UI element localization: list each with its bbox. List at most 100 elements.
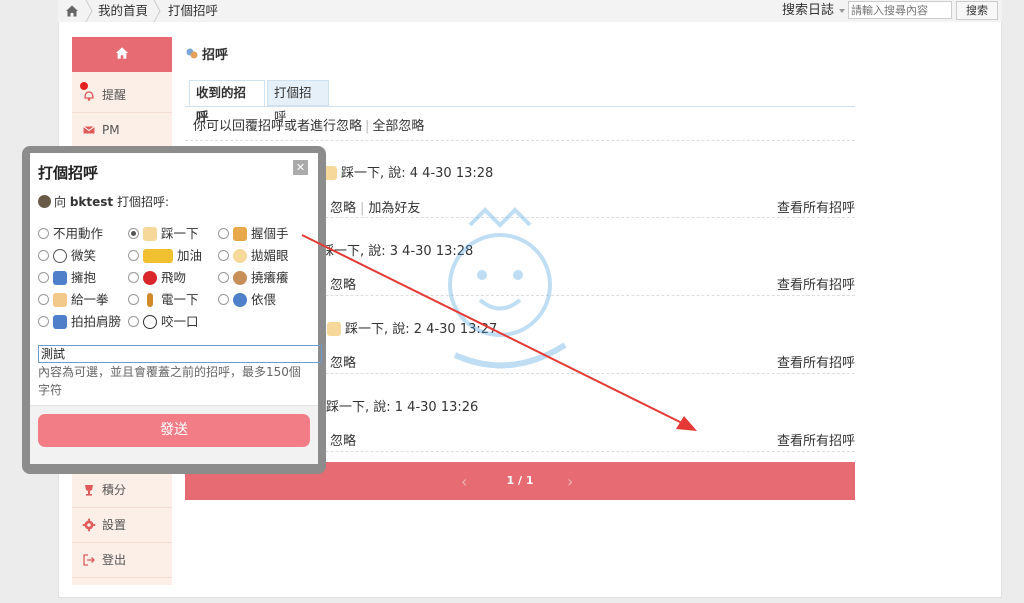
option-label: 拍拍肩膀 <box>71 314 122 329</box>
option-label: 擁抱 <box>71 270 97 285</box>
option-label: 咬一口 <box>161 314 199 329</box>
chevron-down-icon[interactable] <box>839 9 845 13</box>
greeting-message-input[interactable]: 測試 <box>38 345 322 363</box>
smile-icon <box>53 249 67 263</box>
close-icon[interactable]: ✕ <box>293 160 308 175</box>
entry-actions: 忽略 | 加為好友 <box>330 197 420 216</box>
option-wink[interactable]: 拋媚眼 <box>218 247 289 265</box>
option-tickle[interactable]: 撓癢癢 <box>218 269 289 287</box>
radio-button[interactable] <box>38 316 49 327</box>
recipient-prefix: 向 <box>54 195 67 209</box>
add-friend-link[interactable]: 加為好友 <box>368 201 420 216</box>
input-hint: 內容為可選，並且會覆蓋之前的招呼，最多150個字符 <box>38 365 301 397</box>
view-all-link[interactable]: 查看所有招呼 <box>777 197 855 216</box>
option-snuggle[interactable]: 依偎 <box>218 291 276 309</box>
stomp-icon <box>327 322 341 336</box>
radio-button[interactable] <box>218 272 229 283</box>
radio-button[interactable] <box>38 294 49 305</box>
radio-button[interactable] <box>128 228 139 239</box>
sidebar-item-settings[interactable]: 設置 <box>72 508 172 543</box>
baby-kingdom-watermark-icon <box>448 207 567 369</box>
home-icon <box>115 47 129 59</box>
sidebar-item-pm[interactable]: PM <box>72 113 172 148</box>
option-kiss[interactable]: 飛吻 <box>128 269 186 287</box>
handshake-icon <box>233 227 247 241</box>
breadcrumb-separator-icon <box>153 0 161 22</box>
radio-button[interactable] <box>38 228 49 239</box>
search-button[interactable]: 搜索 <box>956 1 998 20</box>
search-type-select[interactable]: 搜索日誌 <box>782 0 834 22</box>
option-stomp[interactable]: 踩一下 <box>128 225 199 243</box>
radio-button[interactable] <box>128 316 139 327</box>
sidebar-item-reminder[interactable]: 提醒 <box>72 78 172 113</box>
option-handshake[interactable]: 握個手 <box>218 225 289 243</box>
view-all-link[interactable]: 查看所有招呼 <box>777 430 855 449</box>
option-pat-shoulder[interactable]: 拍拍肩膀 <box>38 313 121 331</box>
radio-button[interactable] <box>218 294 229 305</box>
option-punch[interactable]: 給一拳 <box>38 291 109 309</box>
mail-icon <box>83 126 95 134</box>
greeting-dialog: 打個招呼 ✕ 向 bktest 打個招呼: 不用動作 踩一下 握個手 微笑 加油… <box>22 146 326 474</box>
ignore-link[interactable]: 忽略 <box>330 201 356 216</box>
option-label: 踩一下 <box>161 226 199 241</box>
note-text: 你可以回覆招呼或者進行忽略 <box>193 119 363 134</box>
radio-button[interactable] <box>218 228 229 239</box>
radio-button[interactable] <box>218 250 229 261</box>
cheer-icon <box>143 249 173 263</box>
option-hug[interactable]: 擁抱 <box>38 269 96 287</box>
option-cheer[interactable]: 加油 <box>128 247 202 265</box>
option-label: 握個手 <box>251 226 289 241</box>
greeting-icon <box>186 48 198 59</box>
option-label: 飛吻 <box>161 270 187 285</box>
search-input[interactable] <box>848 1 952 19</box>
sidebar-item-logout[interactable]: 登出 <box>72 543 172 578</box>
option-bite[interactable]: 咬一口 <box>128 313 199 331</box>
top-bar: 我的首頁 打個招呼 搜索日誌 搜索 <box>58 0 1002 23</box>
sidebar-item-label: 提醒 <box>102 88 127 102</box>
sidebar-home[interactable] <box>72 37 172 72</box>
bell-icon <box>84 91 94 101</box>
option-smile[interactable]: 微笑 <box>38 247 96 265</box>
dialog-body: 打個招呼 ✕ 向 bktest 打個招呼: 不用動作 踩一下 握個手 微笑 加油… <box>30 153 322 464</box>
ignore-link[interactable]: 忽略 <box>330 274 356 293</box>
breadcrumb-home-link[interactable]: 我的首頁 <box>98 0 148 22</box>
option-no-action[interactable]: 不用動作 <box>38 225 103 243</box>
section-title: 招呼 <box>185 44 228 63</box>
trophy-icon <box>85 485 93 496</box>
radio-button[interactable] <box>38 250 49 261</box>
ignore-all-link[interactable]: 全部忽略 <box>372 119 424 134</box>
view-all-link[interactable]: 查看所有招呼 <box>777 352 855 371</box>
sidebar-item-label: 設置 <box>102 518 127 532</box>
ignore-link[interactable]: 忽略 <box>330 430 356 449</box>
hug-icon <box>53 271 67 285</box>
radio-button[interactable] <box>128 294 139 305</box>
radio-button[interactable] <box>128 250 139 261</box>
sidebar-item-points[interactable]: 積分 <box>72 473 172 508</box>
logout-icon <box>83 554 95 566</box>
chevron-right-icon[interactable]: › <box>567 472 573 491</box>
view-all-link[interactable]: 查看所有招呼 <box>777 274 855 293</box>
tab-received[interactable]: 收到的招呼 <box>189 80 265 124</box>
home-icon[interactable] <box>64 3 80 19</box>
option-label: 拋媚眼 <box>251 248 289 263</box>
notification-dot <box>80 82 88 90</box>
dialog-footer: 發送 <box>30 405 318 464</box>
sidebar-item-label: 積分 <box>102 483 127 497</box>
sidebar-item-label: 登出 <box>102 553 127 567</box>
tab-send-greeting[interactable]: 打個招呼 <box>267 80 329 124</box>
send-button[interactable]: 發送 <box>38 414 310 447</box>
radio-button[interactable] <box>128 272 139 283</box>
breadcrumb-current: 打個招呼 <box>168 3 219 18</box>
stomp-icon <box>143 227 157 241</box>
option-label: 微笑 <box>71 248 97 263</box>
tickle-icon <box>233 271 247 285</box>
option-zap[interactable]: 電一下 <box>128 291 199 309</box>
option-label: 給一拳 <box>71 292 109 307</box>
option-label: 依偎 <box>251 292 277 307</box>
breadcrumb-separator-icon <box>85 0 93 22</box>
wink-icon <box>233 249 247 263</box>
ignore-link[interactable]: 忽略 <box>330 352 356 371</box>
entry-text: 踩一下, 說: 4 4-30 13:28 <box>341 166 494 181</box>
radio-button[interactable] <box>38 272 49 283</box>
recipient-suffix: 打個招呼: <box>117 195 170 209</box>
